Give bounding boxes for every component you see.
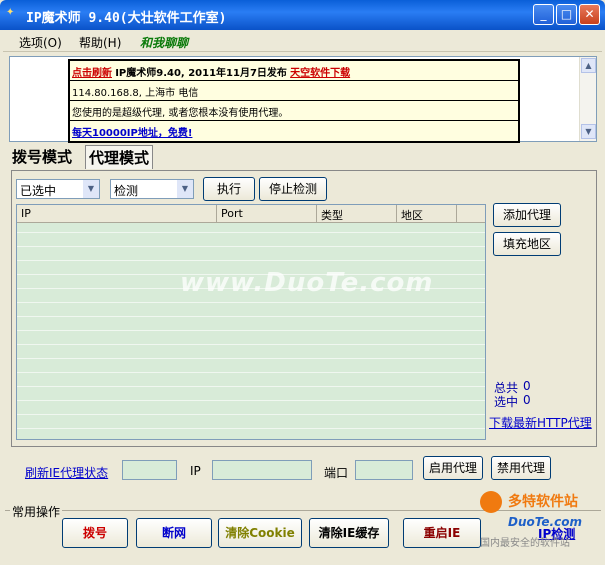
disconnect-button-label: 断网 xyxy=(161,526,186,540)
clear-cookie-button[interactable]: 清除Cookie xyxy=(218,518,302,548)
column-type[interactable]: 类型 xyxy=(317,205,397,223)
table-header: IP Port 类型 地区 xyxy=(17,205,485,223)
app-icon: ✦ xyxy=(6,7,15,18)
clear-cookie-button-label: 清除Cookie xyxy=(225,526,295,540)
selected-label: 选中 xyxy=(494,395,519,409)
chevron-down-icon: ▼ xyxy=(177,180,193,198)
title-bar: ✦ IP魔术师 9.40(大壮软件工作室) _ □ ✕ xyxy=(0,0,605,30)
proxy-table[interactable]: IP Port 类型 地区 xyxy=(16,204,486,440)
window-title: IP魔术师 9.40(大壮软件工作室) xyxy=(26,11,227,26)
port-field[interactable] xyxy=(355,460,413,480)
minimize-button[interactable]: _ xyxy=(533,4,554,25)
action-select[interactable]: 检测 ▼ xyxy=(110,179,194,199)
duote-logo: 多特软件站 DuoTe.com 国内最安全的软件站 xyxy=(478,488,600,562)
stop-check-button[interactable]: 停止检测 xyxy=(259,177,327,201)
operations-title: 常用操作 xyxy=(10,503,63,520)
filter-select-value: 已选中 xyxy=(20,184,57,198)
dial-button-label: 拨号 xyxy=(82,526,107,540)
release-text: IP魔术师9.40, 2011年11月7日发布 xyxy=(115,68,287,79)
menu-options[interactable]: 选项(O) xyxy=(19,34,62,51)
disconnect-button[interactable]: 断网 xyxy=(136,518,212,548)
disable-proxy-button[interactable]: 禁用代理 xyxy=(491,456,551,480)
column-region[interactable]: 地区 xyxy=(397,205,457,223)
clear-ie-cache-button[interactable]: 清除IE缓存 xyxy=(309,518,389,548)
scroll-down-icon[interactable]: ▼ xyxy=(581,124,596,139)
menu-bar: 选项(O) 帮助(H) xyxy=(3,30,602,52)
add-proxy-button[interactable]: 添加代理 xyxy=(493,203,561,227)
refresh-ie-proxy-link[interactable]: 刷新IE代理状态 xyxy=(25,464,108,481)
action-select-value: 检测 xyxy=(114,184,139,198)
info-table: 点击刷新 IP魔术师9.40, 2011年11月7日发布 天空软件下载 114.… xyxy=(68,59,520,143)
close-button[interactable]: ✕ xyxy=(579,4,600,25)
dial-button[interactable]: 拨号 xyxy=(62,518,128,548)
info-panel: 点击刷新 IP魔术师9.40, 2011年11月7日发布 天空软件下载 114.… xyxy=(9,56,597,143)
tab-proxy[interactable]: 代理模式 xyxy=(85,145,154,169)
chat-link[interactable]: 和我聊聊 xyxy=(140,34,188,51)
ip-label: IP xyxy=(190,464,201,478)
logo-brand: 多特软件站 xyxy=(508,493,578,510)
selected-count: 0 xyxy=(523,393,531,407)
proxy-status: 您使用的是超级代理, 或者您根本没有使用代理。 xyxy=(70,101,518,121)
execute-button[interactable]: 执行 xyxy=(203,177,255,201)
chevron-down-icon: ▼ xyxy=(83,180,99,198)
column-ip[interactable]: IP xyxy=(17,205,217,223)
column-port[interactable]: Port xyxy=(217,205,317,223)
logo-slogan: 国内最安全的软件站 xyxy=(480,536,570,549)
clear-ie-cache-button-label: 清除IE缓存 xyxy=(318,526,380,540)
free-ip-link[interactable]: 每天10000IP地址，免费! xyxy=(72,128,192,139)
enable-proxy-button[interactable]: 启用代理 xyxy=(423,456,483,480)
restart-ie-button-label: 重启IE xyxy=(423,526,461,540)
restart-ie-button[interactable]: 重启IE xyxy=(403,518,481,548)
status-field xyxy=(122,460,177,480)
menu-help[interactable]: 帮助(H) xyxy=(79,34,121,51)
port-label: 端口 xyxy=(324,466,349,480)
fill-region-button[interactable]: 填充地区 xyxy=(493,232,561,256)
watermark: www.DuoTe.com xyxy=(180,268,434,298)
download-link[interactable]: 天空软件下载 xyxy=(290,68,350,79)
info-scrollbar[interactable]: ▲ ▼ xyxy=(579,57,596,141)
total-count: 0 xyxy=(523,379,531,393)
logo-graphic: 多特软件站 DuoTe.com 国内最安全的软件站 xyxy=(480,491,582,549)
scroll-up-icon[interactable]: ▲ xyxy=(581,58,596,73)
refresh-link[interactable]: 点击刷新 xyxy=(72,68,112,79)
logo-url: DuoTe.com xyxy=(508,515,582,529)
ip-location: 114.80.168.8, 上海市 电信 xyxy=(70,81,518,101)
maximize-button[interactable]: □ xyxy=(556,4,577,25)
tab-dialup[interactable]: 拨号模式 xyxy=(9,145,75,168)
ip-field[interactable] xyxy=(212,460,312,480)
download-proxy-link[interactable]: 下载最新HTTP代理 xyxy=(489,414,592,431)
filter-select[interactable]: 已选中 ▼ xyxy=(16,179,100,199)
